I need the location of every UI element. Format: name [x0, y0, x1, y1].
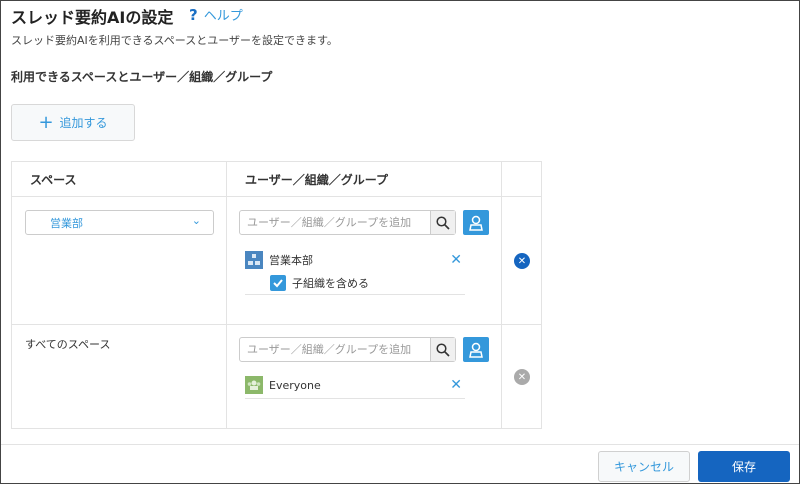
header-space: スペース [30, 173, 77, 187]
help-label: ヘルプ [203, 9, 243, 24]
entry-item: 営業本部 ✕ 子組織を含める [245, 250, 465, 295]
search-button[interactable] [430, 338, 455, 361]
save-button[interactable]: 保存 [698, 451, 790, 482]
footer-divider [1, 444, 799, 445]
help-link[interactable]: ? ヘルプ [189, 5, 243, 25]
header-users: ユーザー／組織／グループ [245, 173, 389, 187]
user-search-input[interactable] [240, 338, 430, 361]
add-button[interactable]: + 追加する [11, 104, 135, 141]
entry-name: Everyone [269, 378, 321, 392]
user-picker-button[interactable] [463, 337, 489, 362]
user-search [239, 210, 456, 235]
section-title: 利用できるスペースとユーザー／組織／グループ [11, 70, 273, 84]
group-icon [245, 376, 263, 394]
entry-name: 営業本部 [269, 254, 313, 267]
user-icon [469, 342, 483, 358]
remove-entry-icon[interactable]: ✕ [450, 377, 465, 393]
permissions-table: スペース ユーザー／組織／グループ 営業部 ⌄ 営業本部 ✕ 子組織を含める ✕… [11, 161, 542, 429]
space-all: すべてのスペース [25, 338, 111, 351]
question-icon: ? [189, 5, 198, 24]
user-picker-button[interactable] [463, 210, 489, 235]
plus-icon: + [38, 111, 54, 133]
page-description: スレッド要約AIを利用できるスペースとユーザーを設定できます。 [11, 34, 338, 47]
include-children-checkbox[interactable] [270, 275, 286, 291]
search-button[interactable] [430, 211, 455, 234]
remove-entry-icon[interactable]: ✕ [450, 252, 465, 268]
search-icon [436, 215, 450, 230]
user-search-input[interactable] [240, 211, 430, 234]
space-select-value: 営業部 [50, 217, 83, 230]
delete-row-button-disabled: ✕ [514, 369, 530, 385]
delete-row-button[interactable]: ✕ [514, 253, 530, 269]
check-icon [273, 279, 283, 288]
cancel-button[interactable]: キャンセル [598, 451, 690, 482]
chevron-down-icon: ⌄ [191, 214, 201, 227]
add-button-label: 追加する [59, 116, 108, 130]
entry-item: Everyone ✕ [245, 375, 465, 399]
user-search [239, 337, 456, 362]
space-select[interactable]: 営業部 ⌄ [25, 210, 214, 235]
search-icon [436, 342, 450, 357]
organization-icon [245, 251, 263, 269]
page-title: スレッド要約AIの設定 [11, 8, 174, 27]
user-icon [469, 215, 483, 231]
include-children-label: 子組織を含める [292, 277, 369, 290]
